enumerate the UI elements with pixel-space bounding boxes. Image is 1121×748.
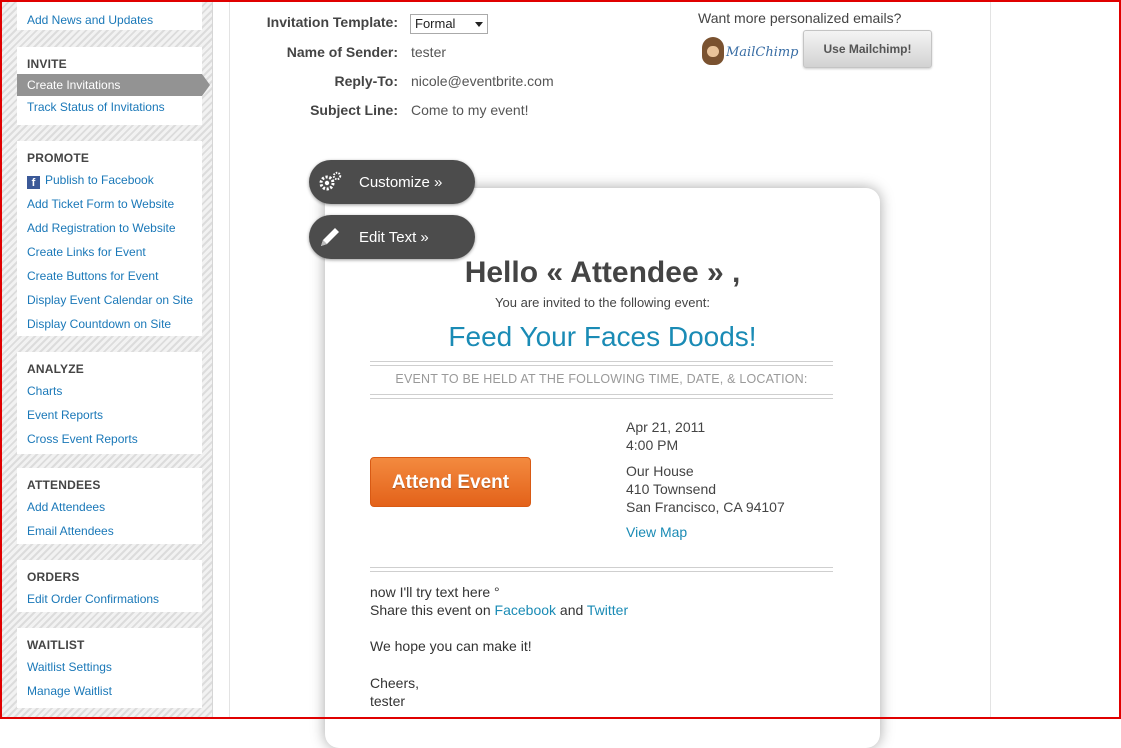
reply-to-label: Reply-To: <box>334 73 398 89</box>
view-map-link[interactable]: View Map <box>626 524 687 540</box>
sidebar-item-create-links[interactable]: Create Links for Event <box>17 240 202 264</box>
sidebar-item-edit-order-confirmations[interactable]: Edit Order Confirmations <box>17 587 202 611</box>
template-select-value: Formal <box>415 16 456 31</box>
divider <box>370 394 833 399</box>
sidebar-item-add-attendees[interactable]: Add Attendees <box>17 495 202 519</box>
event-street: 410 Townsend <box>626 481 717 497</box>
edit-text-button[interactable]: Edit Text » <box>309 215 475 259</box>
attend-event-button[interactable]: Attend Event <box>370 457 531 507</box>
email-hope-text: We hope you can make it! <box>370 638 532 654</box>
sidebar-item-email-attendees[interactable]: Email Attendees <box>17 519 202 543</box>
sidebar-panel-promote: PROMOTE f Publish to Facebook Add Ticket … <box>17 141 202 336</box>
event-city: San Francisco, CA 94107 <box>626 499 785 515</box>
sidebar-item-waitlist-settings[interactable]: Waitlist Settings <box>17 655 202 679</box>
mailchimp-logo-text: MailChimp <box>726 45 799 60</box>
sidebar-section-title: WAITLIST <box>27 638 85 652</box>
customize-label: Customize » <box>359 174 443 191</box>
mailchimp-prompt: Want more personalized emails? <box>698 10 902 26</box>
divider <box>370 361 833 366</box>
sidebar-item-add-registration[interactable]: Add Registration to Website <box>17 216 202 240</box>
sidebar-panel-invite: INVITE Create Invitations Track Status o… <box>17 47 210 125</box>
sidebar-item-display-calendar[interactable]: Display Event Calendar on Site <box>17 288 202 312</box>
sidebar-item-create-invitations[interactable]: Create Invitations <box>17 74 210 96</box>
sidebar-item-create-buttons[interactable]: Create Buttons for Event <box>17 264 202 288</box>
email-signature: tester <box>370 693 406 709</box>
sidebar-panel-attendees: ATTENDEES Add Attendees Email Attendees <box>17 468 202 544</box>
share-prefix: Share this event on <box>370 602 491 618</box>
edit-text-label: Edit Text » <box>359 229 429 246</box>
event-date: Apr 21, 2011 <box>626 419 706 435</box>
facebook-icon: f <box>27 176 40 189</box>
email-greeting: Hello « Attendee » , <box>464 256 741 289</box>
sidebar-section-title: ANALYZE <box>27 362 84 376</box>
sidebar-panel-analyze: ANALYZE Charts Event Reports Cross Event… <box>17 352 202 454</box>
use-mailchimp-button[interactable]: Use Mailchimp! <box>803 30 932 68</box>
email-cheers: Cheers, <box>370 675 420 691</box>
sidebar-item-manage-waitlist[interactable]: Manage Waitlist <box>17 679 202 703</box>
subject-label: Subject Line: <box>310 102 398 118</box>
share-facebook-link[interactable]: Facebook <box>495 602 556 618</box>
sidebar-item-display-countdown[interactable]: Display Countdown on Site <box>17 312 202 336</box>
gear-icon <box>319 171 342 191</box>
email-custom-text: now I'll try text here ° <box>370 584 500 600</box>
sidebar-section-title: ORDERS <box>27 570 80 584</box>
sidebar-item-event-reports[interactable]: Event Reports <box>17 403 202 427</box>
sidebar-item-add-news[interactable]: Add News and Updates <box>17 10 202 30</box>
sidebar-section-title: INVITE <box>27 57 67 71</box>
sender-label: Name of Sender: <box>286 44 398 60</box>
email-share-line: Share this event on Facebook and Twitter <box>370 602 628 618</box>
event-held-header: EVENT TO BE HELD AT THE FOLLOWING TIME, … <box>395 372 808 386</box>
pencil-icon <box>321 228 339 246</box>
sidebar-section-title: ATTENDEES <box>27 478 101 492</box>
divider <box>370 567 833 572</box>
mailchimp-logo: MailChimp <box>700 35 799 69</box>
share-twitter-link[interactable]: Twitter <box>587 602 628 618</box>
template-select[interactable]: Formal <box>410 14 488 34</box>
template-label: Invitation Template: <box>266 14 398 30</box>
reply-to-value[interactable]: nicole@eventbrite.com <box>411 73 554 89</box>
sidebar-section-title: PROMOTE <box>27 151 90 165</box>
subject-value[interactable]: Come to my event! <box>411 102 529 118</box>
sidebar-item-label: Publish to Facebook <box>45 173 154 187</box>
sender-value[interactable]: tester <box>411 44 446 60</box>
email-invited-text: You are invited to the following event: <box>495 295 710 310</box>
sidebar-item-cross-event-reports[interactable]: Cross Event Reports <box>17 427 202 451</box>
mailchimp-monkey-icon <box>702 37 724 65</box>
sidebar: Add News and Updates INVITE Create Invit… <box>2 0 213 719</box>
share-and: and <box>559 602 584 618</box>
sidebar-panel-top: Add News and Updates <box>17 0 202 30</box>
sidebar-item-publish-facebook[interactable]: f Publish to Facebook <box>17 168 202 192</box>
sidebar-panel-waitlist: WAITLIST Waitlist Settings Manage Waitli… <box>17 628 202 708</box>
sidebar-item-add-ticket-form[interactable]: Add Ticket Form to Website <box>17 192 202 216</box>
customize-button[interactable]: Customize » <box>309 160 475 204</box>
sidebar-item-track-status[interactable]: Track Status of Invitations <box>17 96 202 118</box>
event-venue: Our House <box>626 463 694 479</box>
event-title[interactable]: Feed Your Faces Doods! <box>325 321 880 353</box>
event-time: 4:00 PM <box>626 437 679 453</box>
chevron-down-icon <box>475 22 483 27</box>
sidebar-panel-orders: ORDERS Edit Order Confirmations <box>17 560 202 612</box>
sidebar-item-charts[interactable]: Charts <box>17 379 202 403</box>
